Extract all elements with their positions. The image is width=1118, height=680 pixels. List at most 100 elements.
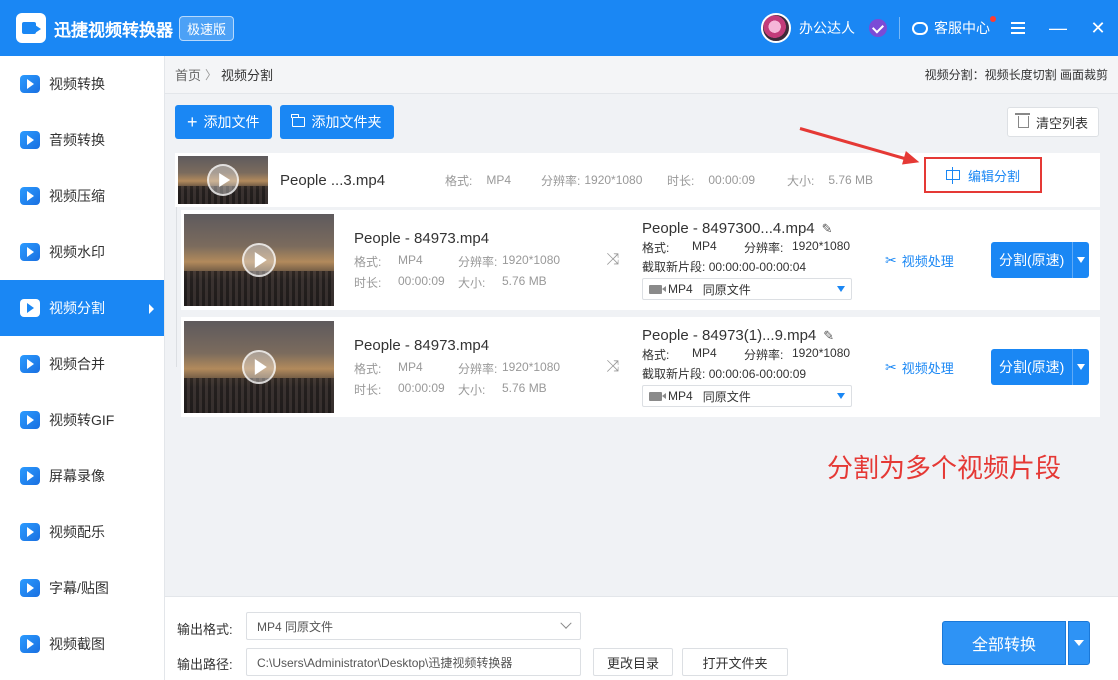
- app-logo-icon: [16, 13, 46, 43]
- vip-icon[interactable]: [869, 19, 887, 37]
- format-label: 格式:: [354, 361, 382, 376]
- video-thumbnail[interactable]: [178, 156, 268, 204]
- edit-split-button[interactable]: 编辑分割: [924, 157, 1042, 193]
- video-process-link[interactable]: ✂ 视频处理: [885, 358, 965, 377]
- edit-split-label: 编辑分割: [967, 168, 1020, 184]
- split-options-dropdown[interactable]: [1072, 349, 1090, 385]
- resolution-label: 分辨率:: [458, 361, 498, 376]
- breadcrumb-home[interactable]: 首页: [175, 65, 201, 84]
- sidebar-item-video-compress[interactable]: 视频压缩: [0, 168, 164, 224]
- customer-service-label: 客服中心: [934, 20, 990, 36]
- select-sub: 同原文件: [702, 282, 751, 297]
- video-thumbnail[interactable]: [184, 214, 334, 306]
- feature-hint: 视频分割：视频长度切割 画面裁剪: [924, 68, 1108, 82]
- resolution-label: 分辨率:: [458, 254, 498, 269]
- resolution-value: 1920*1080: [502, 252, 561, 267]
- chevron-down-icon: [560, 617, 572, 629]
- split-button-group: 分割(原速): [991, 242, 1090, 278]
- source-file-name: People - 84973.mp4: [354, 229, 490, 247]
- sidebar-item-video-merge[interactable]: 视频合并: [0, 336, 164, 392]
- caret-down-icon: [837, 286, 845, 292]
- video-process-label: 视频处理: [901, 360, 954, 376]
- pencil-icon[interactable]: ✎: [822, 221, 833, 237]
- customer-service-link[interactable]: 客服中心: [934, 16, 996, 38]
- split-options-dropdown[interactable]: [1072, 242, 1090, 278]
- sidebar-item-audio-convert[interactable]: 音频转换: [0, 112, 164, 168]
- pencil-icon[interactable]: ✎: [823, 328, 834, 344]
- split-icon: [945, 167, 960, 184]
- play-icon[interactable]: [207, 164, 239, 196]
- music-icon: [20, 523, 40, 541]
- output-format-label: 格式:: [642, 241, 670, 255]
- output-format-dropdown[interactable]: MP4 同原文件: [246, 612, 581, 640]
- sidebar-item-screen-record[interactable]: 屏幕录像: [0, 448, 164, 504]
- sidebar-item-label: 字幕/贴图: [49, 580, 109, 596]
- video-merge-icon: [20, 355, 40, 373]
- output-format-select[interactable]: MP4 同原文件: [642, 385, 852, 407]
- resolution-value: 1920*1080: [502, 359, 561, 374]
- sidebar-item-subtitle[interactable]: 字幕/贴图: [0, 560, 164, 616]
- play-icon[interactable]: [242, 350, 276, 384]
- sidebar-item-video-watermark[interactable]: 视频水印: [0, 224, 164, 280]
- duration-label: 时长:: [354, 275, 382, 290]
- close-button[interactable]: ✕: [1078, 0, 1118, 56]
- source-info: People - 84973.mp4 格式: MP4 分辨率: 1920*108…: [354, 230, 594, 291]
- duration-value: 00:00:09: [398, 380, 445, 395]
- split-button[interactable]: 分割(原速): [991, 242, 1073, 278]
- output-path-field[interactable]: C:\Users\Administrator\Desktop\迅捷视频转换器: [246, 648, 581, 676]
- chat-icon[interactable]: [912, 21, 928, 35]
- sidebar-item-screenshot[interactable]: 视频截图: [0, 616, 164, 672]
- size-label: 大小:: [458, 275, 486, 290]
- video-camera-icon: [649, 284, 666, 294]
- sidebar-item-video-convert[interactable]: 视频转换: [0, 56, 164, 112]
- menu-button[interactable]: [998, 0, 1038, 56]
- format-label: 格式:: [354, 254, 382, 269]
- avatar[interactable]: [761, 13, 791, 43]
- segment-row: People - 84973.mp4 格式: MP4 分辨率: 1920*108…: [181, 210, 1100, 310]
- size-value: 5.76 MB: [502, 273, 547, 288]
- subtitle-icon: [20, 579, 40, 597]
- change-directory-button[interactable]: 更改目录: [593, 648, 673, 676]
- video-process-link[interactable]: ✂ 视频处理: [885, 251, 965, 270]
- video-process-label: 视频处理: [901, 253, 954, 269]
- output-resolution-label: 分辨率:: [744, 348, 784, 362]
- sidebar-item-label: 视频水印: [49, 244, 105, 260]
- open-folder-button[interactable]: 打开文件夹: [682, 648, 788, 676]
- file-row: People ...3.mp4 格式: MP4 分辨率: 1920*1080 时…: [175, 153, 1100, 207]
- convert-options-dropdown[interactable]: [1068, 621, 1090, 665]
- app-title: 迅捷视频转换器: [54, 20, 173, 40]
- output-format-select[interactable]: MP4 同原文件: [642, 278, 852, 300]
- clear-list-button[interactable]: 清空列表: [1006, 107, 1099, 137]
- sidebar-item-label: 视频配乐: [49, 524, 105, 540]
- user-name[interactable]: 办公达人: [799, 18, 855, 38]
- sidebar-item-video-music[interactable]: 视频配乐: [0, 504, 164, 560]
- minimize-button[interactable]: —: [1038, 0, 1078, 56]
- output-resolution-label: 分辨率:: [744, 241, 784, 255]
- edition-badge: 极速版: [179, 15, 235, 41]
- gif-icon: [20, 411, 40, 429]
- add-file-label: 添加文件: [203, 114, 260, 130]
- sidebar-item-video-split[interactable]: 视频分割: [0, 280, 164, 336]
- output-settings: 输出格式: MP4 同原文件 输出路径: C:\Users\Administra…: [165, 596, 1118, 680]
- chevron-right-icon: [149, 304, 154, 314]
- folder-icon: [291, 114, 305, 127]
- file-size: 大小: 5.76 MB: [787, 173, 874, 188]
- output-file-name: People - 84973(1)...9.mp4: [642, 327, 817, 344]
- video-camera-icon: [649, 391, 666, 401]
- segment-row: People - 84973.mp4 格式: MP4 分辨率: 1920*108…: [181, 317, 1100, 417]
- menu-icon: [1011, 22, 1025, 34]
- video-convert-icon: [20, 75, 40, 93]
- plus-icon: +: [187, 112, 198, 132]
- output-format-value: MP4 同原文件: [257, 619, 334, 634]
- sidebar-item-label: 视频转换: [49, 76, 105, 92]
- play-icon[interactable]: [242, 243, 276, 277]
- split-button[interactable]: 分割(原速): [991, 349, 1073, 385]
- output-resolution-value: 1920*1080: [792, 239, 851, 253]
- format-value: MP4: [398, 359, 423, 374]
- convert-all-button[interactable]: 全部转换: [942, 621, 1066, 665]
- add-file-button[interactable]: + 添加文件: [175, 105, 272, 139]
- video-thumbnail[interactable]: [184, 321, 334, 413]
- sidebar: 视频转换 音频转换 视频压缩 视频水印 视频分割 视频合并 视频转GIF 屏幕录…: [0, 56, 165, 680]
- add-folder-button[interactable]: 添加文件夹: [279, 105, 394, 139]
- sidebar-item-video-to-gif[interactable]: 视频转GIF: [0, 392, 164, 448]
